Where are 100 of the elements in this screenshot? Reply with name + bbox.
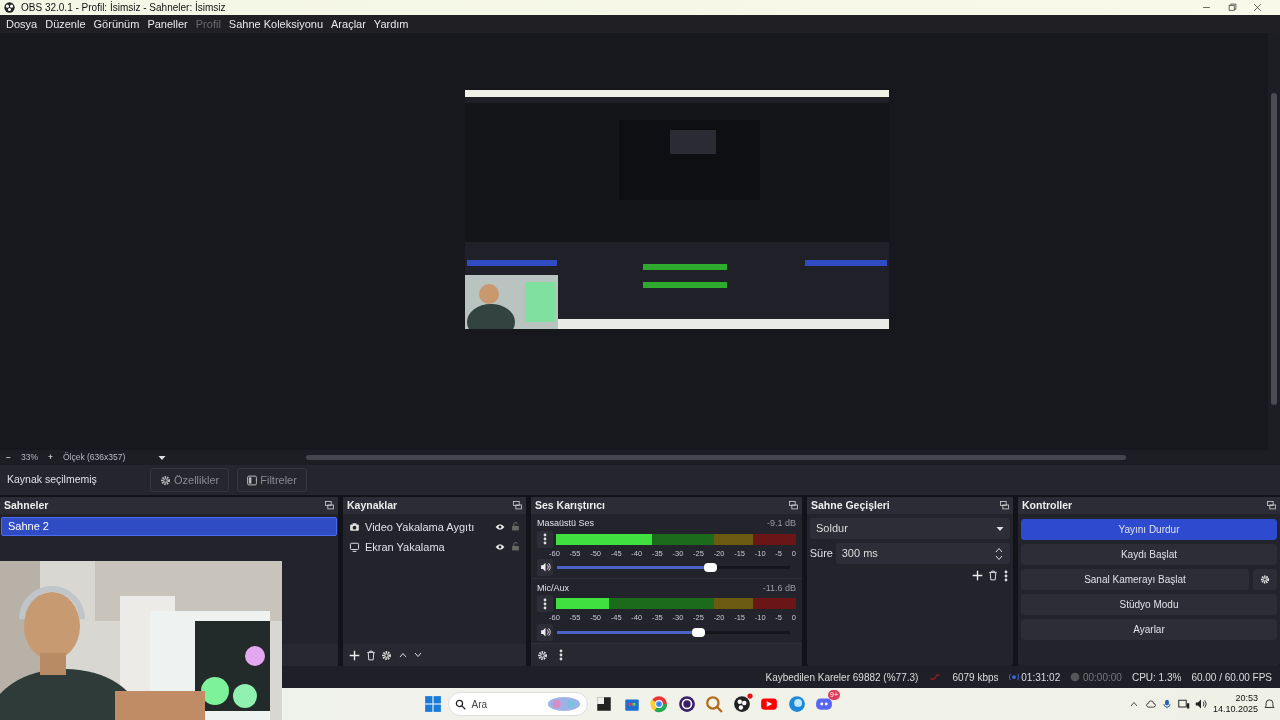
- duration-field[interactable]: 300 ms: [835, 543, 1011, 564]
- restore-icon[interactable]: [1227, 3, 1237, 12]
- lock-icon[interactable]: [511, 541, 520, 553]
- scrollbar-thumb[interactable]: [1271, 93, 1277, 405]
- fps: 60.00 / 60.00 FPS: [1191, 670, 1272, 685]
- channel-menu-button[interactable]: [537, 595, 553, 613]
- spin-down-icon[interactable]: [994, 553, 1005, 562]
- channel-reading: -11.6 dB: [762, 581, 796, 595]
- app-logo-icon: [4, 2, 15, 13]
- record-time: 00:00:00: [1082, 670, 1122, 685]
- search-highlight-icon: [546, 696, 581, 712]
- eye-icon[interactable]: [494, 541, 506, 552]
- control-button[interactable]: Kaydı Başlat: [1021, 543, 1277, 565]
- mute-button[interactable]: [537, 558, 553, 576]
- dock-title: Kaynaklar: [347, 497, 398, 513]
- spin-up-icon[interactable]: [994, 545, 1005, 554]
- float-icon[interactable]: [1267, 501, 1276, 510]
- control-button[interactable]: Stüdyo Modu: [1021, 593, 1277, 615]
- video-app-icon[interactable]: [760, 695, 778, 713]
- menu-item[interactable]: Araçlar: [327, 15, 370, 33]
- microphone-icon[interactable]: [1162, 698, 1173, 710]
- dropdown-caret-icon: [996, 525, 1004, 532]
- record-icon: [1070, 672, 1081, 682]
- channel-name: Masaüstü Ses: [537, 517, 595, 530]
- task-view-icon[interactable]: [595, 695, 613, 713]
- add-icon[interactable]: [349, 649, 360, 661]
- clock-time[interactable]: 20:53: [1235, 693, 1258, 704]
- menu-item[interactable]: Düzenle: [41, 15, 90, 33]
- move-up-icon[interactable]: [397, 651, 408, 659]
- channel-menu-button[interactable]: [537, 530, 553, 548]
- dropdown-caret-icon[interactable]: [158, 454, 167, 461]
- mixer-settings-icon[interactable]: [537, 649, 548, 661]
- window-title: OBS 32.0.1 - Profil: İsimsiz - Sahneler: İsimsiz: [21, 0, 226, 15]
- eye-icon[interactable]: [494, 521, 506, 532]
- dock-title: Kontroller: [1022, 497, 1073, 513]
- notification-dot-icon: [746, 693, 753, 699]
- streaming-icon: [1008, 673, 1019, 681]
- gear-icon[interactable]: [160, 474, 171, 486]
- control-button[interactable]: Yayını Durdur: [1021, 518, 1277, 540]
- source-status: Kaynak seçilmemiş: [7, 472, 98, 488]
- menu-item[interactable]: Görünüm: [89, 15, 144, 33]
- menu-item[interactable]: Yardım: [369, 15, 413, 33]
- control-button[interactable]: Sanal Kamerayı Başlat: [1021, 568, 1249, 590]
- notification-icon[interactable]: [1263, 698, 1275, 710]
- gear-icon[interactable]: [381, 649, 392, 661]
- transition-select[interactable]: Soldur: [810, 518, 1010, 539]
- dock-title: Sahne Geçişleri: [811, 497, 890, 513]
- speaker-icon: [539, 627, 551, 637]
- scale-label: Ölçek (636x357): [62, 451, 126, 464]
- properties-button[interactable]: Özellikler: [150, 468, 230, 492]
- scrollbar-thumb[interactable]: [306, 455, 1127, 460]
- float-icon[interactable]: [513, 501, 522, 510]
- more-icon: [543, 533, 547, 545]
- lock-icon[interactable]: [511, 521, 520, 533]
- trash-icon[interactable]: [988, 570, 998, 581]
- dropped-frames: Kaybedilen Kareler 69882 (%77.3): [765, 669, 919, 685]
- control-button[interactable]: Ayarlar: [1021, 618, 1277, 640]
- more-icon[interactable]: [1003, 569, 1008, 582]
- move-down-icon[interactable]: [413, 651, 423, 659]
- filter-icon: [247, 474, 258, 486]
- channel-name: Mic/Aux: [537, 581, 569, 595]
- add-icon[interactable]: [971, 570, 983, 581]
- chat-app-icon[interactable]: [815, 695, 833, 713]
- chevron-up-icon[interactable]: [1129, 700, 1140, 708]
- filters-button[interactable]: Filtreler: [237, 468, 307, 492]
- bitrate: 6079 kbps: [952, 670, 999, 685]
- menu-item[interactable]: Sahne Koleksiyonu: [224, 15, 327, 33]
- cloud-icon[interactable]: [1144, 699, 1157, 709]
- magnifier-app-icon[interactable]: [705, 695, 723, 713]
- menu-item[interactable]: Dosya: [2, 15, 42, 33]
- trash-icon[interactable]: [365, 649, 376, 661]
- source-name[interactable]: Ekran Yakalama: [365, 538, 489, 555]
- monitor-icon: [349, 541, 360, 552]
- search-field[interactable]: Ara: [447, 692, 588, 716]
- channel-reading: -9.1 dB: [766, 517, 796, 530]
- close-icon[interactable]: [1253, 3, 1262, 12]
- search-icon: [454, 698, 466, 710]
- fader-handle[interactable]: [703, 562, 717, 572]
- cpu-usage: CPU: 1.3%: [1131, 670, 1182, 685]
- mute-button[interactable]: [537, 623, 553, 641]
- zoom-in-button[interactable]: +: [48, 451, 53, 464]
- float-icon[interactable]: [789, 501, 798, 510]
- settings-button[interactable]: [1253, 568, 1277, 590]
- duration-label: Süre: [809, 546, 833, 562]
- float-icon[interactable]: [1000, 501, 1009, 510]
- gear-icon: [1260, 573, 1270, 585]
- menu-item[interactable]: Paneller: [143, 15, 192, 33]
- scene-item[interactable]: Sahne 2: [1, 517, 337, 536]
- speaker-icon: [539, 562, 551, 573]
- dock-title: Ses Karıştırıcı: [535, 497, 606, 513]
- volume-icon[interactable]: [1195, 698, 1208, 710]
- float-icon[interactable]: [325, 501, 334, 510]
- zoom-percent: 33%: [20, 451, 38, 464]
- start-icon[interactable]: [424, 695, 442, 713]
- more-icon[interactable]: [559, 649, 563, 661]
- zoom-out-button[interactable]: −: [6, 451, 11, 464]
- clock-date[interactable]: 14.10.2025: [1212, 704, 1258, 715]
- fader-handle[interactable]: [692, 627, 706, 637]
- source-name[interactable]: Video Yakalama Aygıtı: [365, 518, 489, 535]
- circle-app-icon[interactable]: [677, 695, 696, 713]
